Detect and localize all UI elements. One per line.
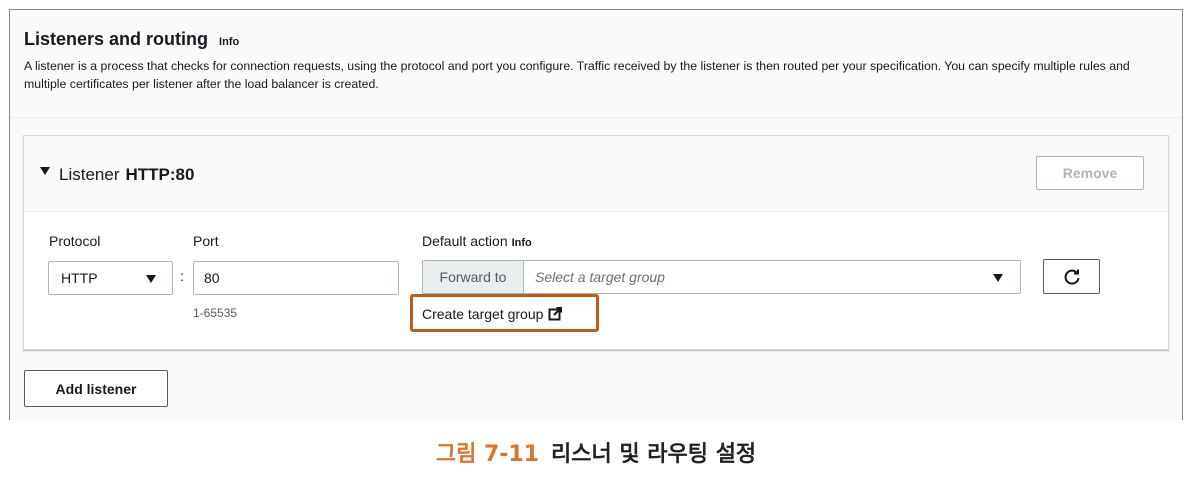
listeners-routing-panel: Listeners and routing Info A listener is… xyxy=(9,9,1183,420)
listener-card: Listener HTTP:80 Remove Protocol Port Def… xyxy=(23,135,1169,350)
external-link-icon xyxy=(548,307,563,321)
create-target-group-link[interactable]: Create target group xyxy=(422,306,563,322)
refresh-button[interactable] xyxy=(1043,259,1100,294)
panel-description: A listener is a process that checks for … xyxy=(24,59,1130,91)
refresh-icon xyxy=(1064,269,1079,285)
figure-caption: 그림 7-11 리스너 및 라우팅 설정 xyxy=(0,436,1192,468)
forward-to-label: Forward to xyxy=(423,261,524,293)
listener-header[interactable]: Listener HTTP:80 Remove xyxy=(24,136,1168,212)
add-listener-button[interactable]: Add listener xyxy=(24,370,168,407)
panel-title: Listeners and routing Info xyxy=(24,28,1168,53)
default-action-text: Default action xyxy=(422,233,508,249)
port-label: Port xyxy=(193,233,219,249)
listener-name: HTTP:80 xyxy=(125,165,195,184)
default-action-info-link[interactable]: Info xyxy=(512,237,532,249)
caption-text: 리스너 및 라우팅 설정 xyxy=(551,442,757,467)
target-group-placeholder: Select a target group xyxy=(535,269,665,285)
port-hint: 1-65535 xyxy=(193,306,238,320)
remove-button[interactable]: Remove xyxy=(1036,156,1144,190)
default-action-select[interactable]: Forward to Select a target group xyxy=(422,260,1021,294)
default-action-label: Default action Info xyxy=(422,233,532,249)
protocol-port-separator: : xyxy=(180,268,184,284)
panel-info-link[interactable]: Info xyxy=(219,36,239,48)
listener-prefix: Listener xyxy=(59,165,120,184)
port-input[interactable]: 80 xyxy=(193,261,399,295)
create-target-group-text: Create target group xyxy=(422,306,544,322)
panel-title-text: Listeners and routing xyxy=(24,29,209,49)
caret-down-icon[interactable] xyxy=(40,167,50,175)
panel-header: Listeners and routing Info A listener is… xyxy=(10,10,1182,118)
chevron-down-icon xyxy=(146,275,156,283)
chevron-down-icon xyxy=(993,274,1003,282)
protocol-value: HTTP xyxy=(61,270,98,286)
listener-title: Listener HTTP:80 xyxy=(59,165,194,185)
protocol-label: Protocol xyxy=(49,233,101,249)
protocol-select[interactable]: HTTP xyxy=(48,261,173,295)
caption-number: 그림 7-11 xyxy=(435,442,540,467)
